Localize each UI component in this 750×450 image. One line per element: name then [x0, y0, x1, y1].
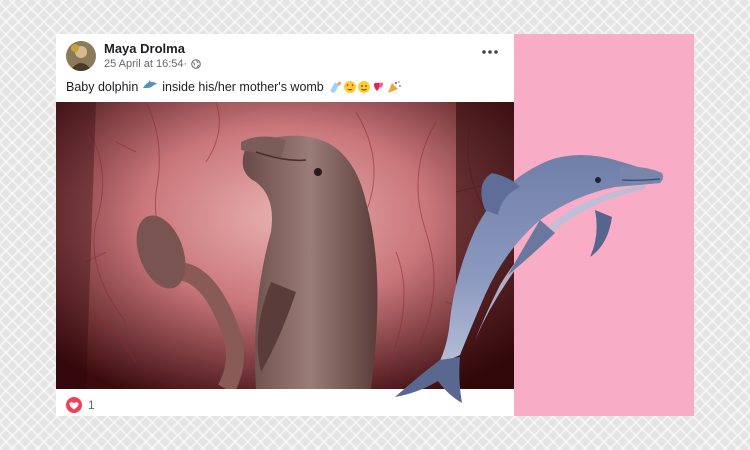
- heart-reaction-icon: [66, 397, 82, 413]
- more-options-icon[interactable]: [478, 42, 502, 62]
- confetti-emoji: [387, 80, 401, 93]
- hearts-emoji: [373, 82, 383, 91]
- smiling-emoji: [357, 80, 370, 93]
- globe-icon: [191, 59, 201, 69]
- dolphin-cutout-image: [390, 145, 680, 405]
- post-caption: Baby dolphin inside his/her mother's wom…: [66, 79, 412, 94]
- author-name[interactable]: Maya Drolma: [104, 41, 185, 56]
- post-timestamp[interactable]: 25 April at 16:54: [104, 58, 184, 70]
- post-meta: 25 April at 16:54 ·: [104, 58, 201, 70]
- caption-emoji-group: [330, 80, 408, 94]
- avatar[interactable]: [66, 41, 96, 71]
- reaction-summary[interactable]: 1: [66, 397, 95, 413]
- baby-bottle-emoji: [330, 80, 341, 93]
- heart-eyes-emoji: [343, 80, 356, 93]
- caption-text-start: Baby dolphin: [66, 79, 139, 94]
- dolphin-emoji: [142, 79, 158, 94]
- caption-text-end: inside his/her mother's womb: [162, 79, 324, 94]
- reaction-count: 1: [88, 398, 95, 412]
